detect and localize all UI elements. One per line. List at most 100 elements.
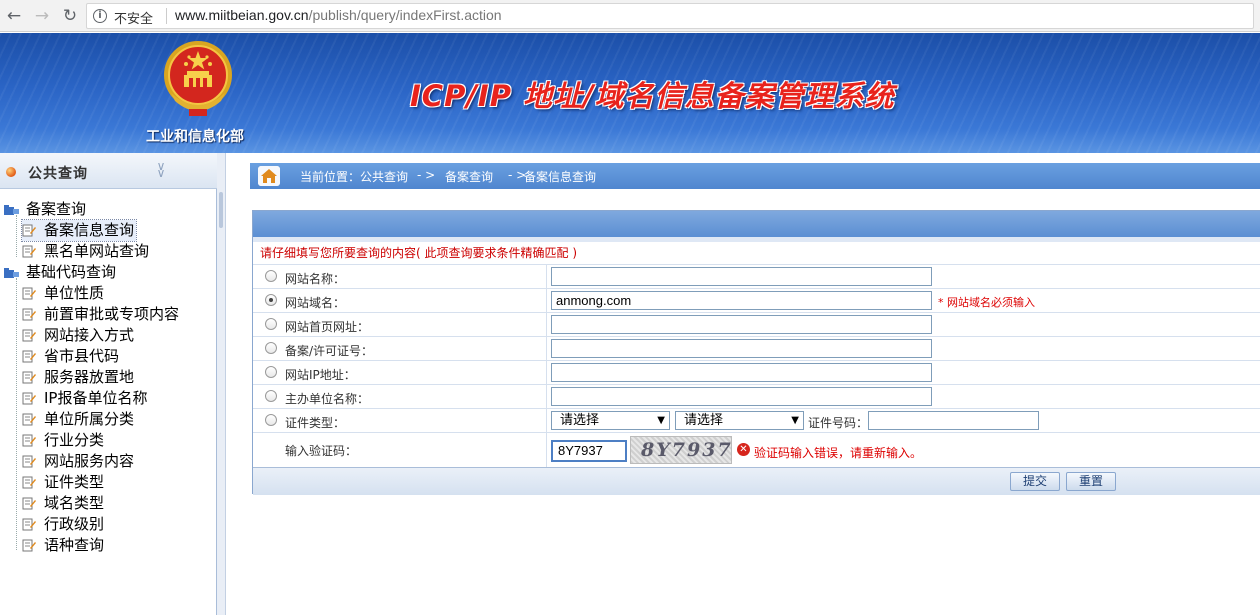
info-icon[interactable]: i <box>93 9 107 23</box>
field-input[interactable] <box>551 387 932 406</box>
breadcrumb-filing-query[interactable]: 备案查询 <box>445 168 493 185</box>
ministry-name: 工业和信息化部 <box>146 129 244 145</box>
field-radio[interactable] <box>265 318 277 330</box>
form-row: 网站名称： <box>253 264 1260 288</box>
field-input[interactable] <box>551 315 932 334</box>
back-arrow-icon[interactable]: ← <box>4 6 24 26</box>
form-row: 主办单位名称： <box>253 384 1260 408</box>
tree-item-label: 黑名单网站查询 <box>44 242 150 260</box>
document-pencil-icon <box>22 539 36 552</box>
form-row: 网站首页网址： <box>253 312 1260 336</box>
system-title: ICP/IP 地址/域名信息备案管理系统 <box>410 79 895 113</box>
document-pencil-icon <box>22 287 36 300</box>
cert-type-label: 证件类型： <box>285 416 346 430</box>
home-icon[interactable] <box>258 166 280 186</box>
document-pencil-icon <box>22 350 36 363</box>
address-divider <box>166 8 167 24</box>
document-pencil-icon <box>22 245 36 258</box>
national-emblem-icon <box>164 41 232 116</box>
captcha-error: 验证码输入错误，请重新输入。 <box>754 446 923 460</box>
label-cell: 网站名称： <box>253 265 547 288</box>
tree-connector <box>16 215 17 257</box>
tree-item-label: IP报备单位名称 <box>44 389 148 407</box>
splitter-grip[interactable] <box>219 192 223 228</box>
document-pencil-icon <box>22 455 36 468</box>
tree-group-label: 基础代码查询 <box>26 263 117 281</box>
label-cell: 主办单位名称： <box>253 385 547 408</box>
collapse-icon[interactable]: ∨ ∨ <box>154 160 168 179</box>
tree-item-label: 行政级别 <box>44 515 105 533</box>
address-bar[interactable]: i 不安全 www.miitbeian.gov.cn/publish/query… <box>86 3 1254 29</box>
field-radio[interactable] <box>265 294 277 306</box>
label-cell: 网站域名： <box>253 289 547 312</box>
captcha-image[interactable]: 8Y7937 <box>630 436 732 464</box>
tree-item-label: 域名类型 <box>44 494 105 512</box>
bullet-icon <box>6 167 16 177</box>
field-label: 网站首页网址： <box>285 320 370 334</box>
label-cell: 备案/许可证号： <box>253 337 547 360</box>
label-cell: 网站IP地址： <box>253 361 547 384</box>
field-label: 网站域名： <box>285 296 346 310</box>
required-note: * 网站域名必须输入 <box>938 296 1035 309</box>
field-radio[interactable] <box>265 342 277 354</box>
url-text[interactable]: www.miitbeian.gov.cn/publish/query/index… <box>175 7 502 23</box>
document-pencil-icon <box>22 413 36 426</box>
document-pencil-icon <box>22 308 36 321</box>
sidebar-header[interactable]: 公共查询 ∨ ∨ <box>0 153 217 189</box>
document-pencil-icon <box>22 518 36 531</box>
cert-radio[interactable] <box>265 414 277 426</box>
field-input[interactable] <box>551 267 932 286</box>
cert-number-input[interactable] <box>868 411 1039 430</box>
tree-item-label: 网站服务内容 <box>44 452 135 470</box>
document-pencil-icon <box>22 497 36 510</box>
tree-item-label: 语种查询 <box>44 536 105 554</box>
tree-group-label: 备案查询 <box>26 200 87 218</box>
tree-item-label: 省市县代码 <box>44 347 120 365</box>
dropdown-arrow-icon: ▼ <box>791 415 799 426</box>
field-radio[interactable] <box>265 390 277 402</box>
reset-button[interactable]: 重置 <box>1066 472 1116 491</box>
captcha-input[interactable]: 8Y7937 <box>551 440 627 462</box>
folder-icon <box>4 268 19 278</box>
folder-icon <box>4 205 19 215</box>
field-label: 网站名称： <box>285 272 346 286</box>
breadcrumb-location[interactable]: 当前位置：公共查询 <box>300 168 408 185</box>
cert-number-label: 证件号码： <box>808 416 869 430</box>
tree-item-label: 备案信息查询 <box>44 221 135 239</box>
browser-toolbar: ← → ↻ i 不安全 www.miitbeian.gov.cn/publish… <box>0 0 1260 32</box>
sidebar-title: 公共查询 <box>28 166 88 182</box>
site-banner: 工业和信息化部 ICP/IP 地址/域名信息备案管理系统 <box>0 33 1260 153</box>
label-cell: 输入验证码： <box>253 433 547 467</box>
tree-item-label: 单位所属分类 <box>44 410 135 428</box>
document-pencil-icon <box>22 224 36 237</box>
tree-item-label: 服务器放置地 <box>44 368 135 386</box>
security-label[interactable]: 不安全 <box>114 8 153 27</box>
document-pencil-icon <box>22 392 36 405</box>
tree-item-label: 证件类型 <box>44 473 105 491</box>
sidebar: 公共查询 ∨ ∨ 备案查询 备案信息查询 黑名单网站查询 基础代码查询 单位性质前… <box>0 153 217 615</box>
field-input[interactable] <box>551 363 932 382</box>
forward-arrow-icon[interactable]: → <box>32 6 52 26</box>
tree-connector <box>16 278 17 550</box>
url-path: /publish/query/indexFirst.action <box>308 7 502 23</box>
field-input[interactable]: anmong.com <box>551 291 932 310</box>
field-radio[interactable] <box>265 366 277 378</box>
reload-icon[interactable]: ↻ <box>60 6 80 26</box>
document-pencil-icon <box>22 434 36 447</box>
tree-item-label: 网站接入方式 <box>44 326 135 344</box>
form-row: 网站IP地址： <box>253 360 1260 384</box>
cert-row: 证件类型： 请选择 ▼ 请选择 ▼ 证件号码： <box>253 408 1260 432</box>
field-radio[interactable] <box>265 270 277 282</box>
query-form-panel: 请仔细填写您所要查询的内容( 此项查询要求条件精确匹配 ) 网站名称： 网站域名：… <box>252 210 1260 495</box>
tree-item-label: 前置审批或专项内容 <box>44 305 180 323</box>
field-input[interactable] <box>551 339 932 358</box>
submit-button[interactable]: 提交 <box>1010 472 1060 491</box>
label-cell: 网站首页网址： <box>253 313 547 336</box>
captcha-row: 输入验证码： 8Y7937 8Y7937 ✕ 验证码输入错误，请重新输入。 <box>253 432 1260 467</box>
form-footer: 提交 重置 <box>253 467 1260 495</box>
cert-type-select[interactable]: 请选择 ▼ <box>551 411 670 430</box>
document-pencil-icon <box>22 371 36 384</box>
cert-subtype-select[interactable]: 请选择 ▼ <box>675 411 804 430</box>
field-label: 备案/许可证号： <box>285 344 374 358</box>
tree-item-filing-info-query[interactable]: 备案信息查询 <box>20 219 138 242</box>
